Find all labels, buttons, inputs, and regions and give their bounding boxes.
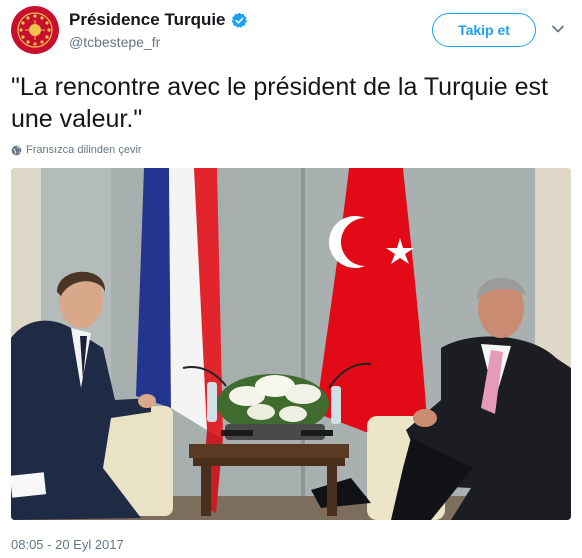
account-handle[interactable]: @tcbestepe_fr <box>69 34 160 50</box>
translate-link[interactable]: Fransızca dilinden çevir <box>11 143 142 157</box>
avatar[interactable] <box>11 6 59 54</box>
tweet-header: Présidence Turquie @tcbestepe_fr Takip e… <box>0 0 582 64</box>
translate-label[interactable]: Fransızca dilinden çevir <box>26 144 142 156</box>
chevron-down-icon[interactable] <box>551 22 565 36</box>
meeting-photo <box>11 168 571 520</box>
presidential-seal-icon <box>11 6 59 54</box>
display-name[interactable]: Présidence Turquie <box>69 10 226 30</box>
verified-badge-icon <box>231 12 247 28</box>
globe-icon <box>11 145 22 155</box>
follow-button[interactable]: Takip et <box>432 13 536 47</box>
tweet-photo[interactable] <box>11 168 571 520</box>
tweet-text: "La rencontre avec le président de la Tu… <box>11 73 548 133</box>
tweet-timestamp[interactable]: 08:05 - 20 Eyl 2017 <box>11 537 124 552</box>
name-row[interactable]: Présidence Turquie <box>69 9 248 31</box>
